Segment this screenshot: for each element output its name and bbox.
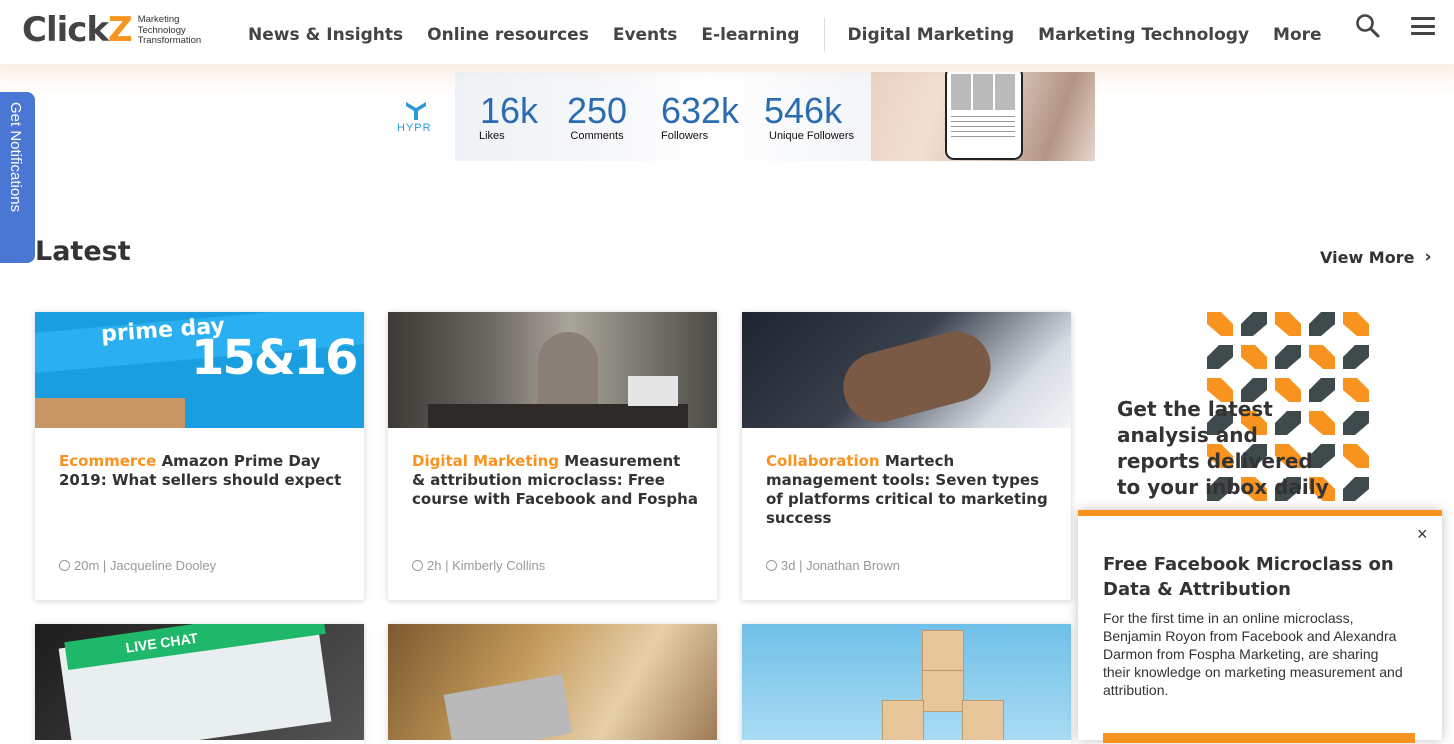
nav-events[interactable]: Events: [613, 25, 678, 45]
microclass-popup[interactable]: × Free Facebook Microclass on Data & Att…: [1078, 510, 1442, 743]
pattern-tile: [1241, 312, 1267, 336]
hypr-brand-text: HYPR: [397, 122, 432, 134]
site-header: ClickZ Marketing Technology Transformati…: [0, 0, 1454, 64]
article-author[interactable]: Kimberly Collins: [452, 558, 545, 573]
stat-unique-followers-value: 546k: [764, 90, 843, 131]
stat-comments: 250 Comments: [561, 90, 633, 143]
nav-news-insights[interactable]: News & Insights: [248, 25, 403, 45]
get-notifications-label: Get Notifications: [7, 102, 24, 213]
article-meta: 2h | Kimberly Collins: [412, 558, 545, 573]
stat-comments-label: Comments: [570, 130, 624, 142]
pattern-tile: [1275, 312, 1301, 336]
phone-mockup: [945, 72, 1023, 160]
article-headline[interactable]: Collaboration Martech management tools: …: [766, 452, 1052, 528]
popup-title: Free Facebook Microclass on Data & Attri…: [1103, 554, 1394, 600]
nav-more[interactable]: More: [1273, 25, 1322, 45]
pattern-tile: [1343, 312, 1369, 336]
article-card[interactable]: LIVE CHAT: [35, 624, 364, 744]
article-age: 3d: [781, 558, 796, 573]
article-image[interactable]: [742, 624, 1071, 740]
nav-e-learning[interactable]: E-learning: [701, 25, 799, 45]
nav-online-resources[interactable]: Online resources: [427, 25, 589, 45]
pattern-tile: [1343, 378, 1369, 402]
chevron-right-icon: ›: [1424, 247, 1432, 267]
article-author[interactable]: Jacqueline Dooley: [110, 558, 216, 573]
pattern-tile: [1241, 345, 1267, 369]
pattern-tile: [1309, 345, 1335, 369]
clock-icon: [766, 560, 777, 571]
clock-icon: [412, 560, 423, 571]
stat-followers-label: Followers: [661, 130, 709, 142]
get-notifications-tab[interactable]: Get Notifications: [0, 92, 35, 263]
newsletter-promo[interactable]: Get the latest analysis and reports deli…: [1097, 312, 1427, 532]
article-image[interactable]: prime day 15&16: [35, 312, 364, 428]
article-card[interactable]: [742, 624, 1071, 744]
search-icon[interactable]: [1355, 13, 1381, 39]
article-category[interactable]: Digital Marketing: [412, 452, 559, 470]
close-icon[interactable]: ×: [1417, 524, 1428, 545]
stat-likes: 16k Likes: [474, 90, 544, 143]
article-image[interactable]: LIVE CHAT: [35, 624, 364, 740]
pattern-tile: [1207, 345, 1233, 369]
stat-unique-followers: 546k Unique Followers: [764, 90, 860, 143]
pattern-tile: [1343, 477, 1369, 501]
article-card[interactable]: prime day 15&16 Ecommerce Amazon Prime D…: [35, 312, 364, 600]
prime-day-dates-image-text: 15&16: [191, 330, 358, 386]
clickz-logo[interactable]: ClickZ Marketing Technology Transformati…: [22, 10, 201, 50]
nav-marketing-technology[interactable]: Marketing Technology: [1038, 25, 1249, 45]
stat-likes-label: Likes: [479, 130, 505, 142]
clock-icon: [59, 560, 70, 571]
article-author[interactable]: Jonathan Brown: [806, 558, 900, 573]
article-image[interactable]: [742, 312, 1071, 428]
article-image[interactable]: [388, 624, 717, 740]
view-more-link[interactable]: View More ›: [1320, 247, 1431, 267]
hypr-logo: HYPR: [396, 100, 436, 134]
pattern-tile: [1309, 312, 1335, 336]
article-category[interactable]: Ecommerce: [59, 452, 156, 470]
nav-digital-marketing[interactable]: Digital Marketing: [848, 25, 1015, 45]
pattern-tile: [1343, 411, 1369, 435]
article-card[interactable]: Collaboration Martech management tools: …: [742, 312, 1071, 600]
pattern-tile: [1343, 345, 1369, 369]
article-card[interactable]: [388, 624, 717, 744]
promo-text: Get the latest analysis and reports deli…: [1117, 397, 1329, 499]
banner-instagram-photo: [871, 72, 1095, 161]
article-meta: 3d | Jonathan Brown: [766, 558, 900, 573]
stat-followers: 632k Followers: [654, 90, 746, 143]
stat-followers-value: 632k: [660, 90, 740, 131]
article-card[interactable]: Digital Marketing Measurement & attribut…: [388, 312, 717, 600]
popup-description: For the first time in an online microcla…: [1103, 610, 1403, 698]
article-headline[interactable]: Digital Marketing Measurement & attribut…: [412, 452, 698, 509]
nav-divider: [823, 18, 825, 52]
section-title: Latest: [35, 236, 131, 267]
stat-comments-value: 250: [566, 90, 628, 131]
main-nav: News & Insights Online resources Events …: [248, 18, 1346, 52]
logo-wordmark: ClickZ: [22, 10, 133, 50]
popup-cta-button[interactable]: [1103, 733, 1415, 743]
pattern-tile: [1207, 312, 1233, 336]
article-headline[interactable]: Ecommerce Amazon Prime Day 2019: What se…: [59, 452, 345, 490]
article-image[interactable]: [388, 312, 717, 428]
article-meta: 20m | Jacqueline Dooley: [59, 558, 216, 573]
article-age: 2h: [427, 558, 442, 573]
view-more-label: View More: [1320, 247, 1415, 267]
stat-unique-followers-label: Unique Followers: [769, 130, 854, 142]
hypr-mark-icon: [406, 102, 426, 120]
pattern-tile: [1275, 345, 1301, 369]
stat-likes-value: 16k: [479, 90, 539, 131]
article-category[interactable]: Collaboration: [766, 452, 880, 470]
logo-tagline: Marketing Technology Transformation: [137, 14, 202, 47]
pattern-tile: [1343, 444, 1369, 468]
article-age: 20m: [74, 558, 100, 573]
hamburger-menu-icon[interactable]: [1411, 17, 1435, 35]
